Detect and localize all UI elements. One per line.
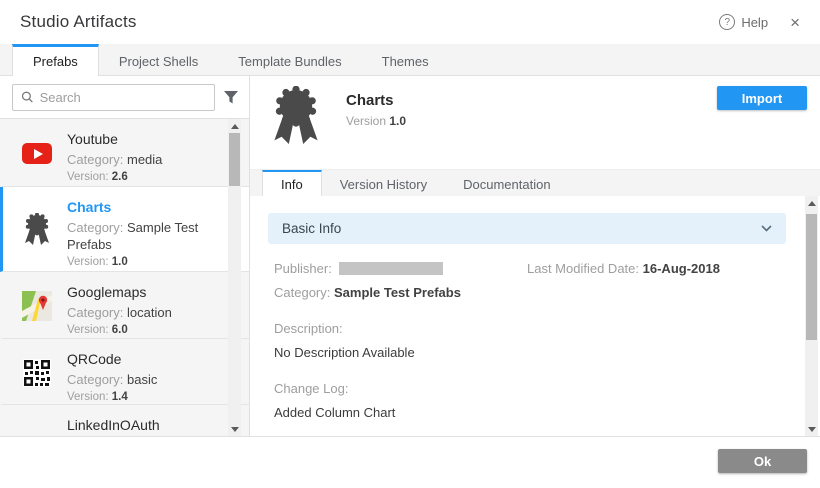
- detail-panel: Charts Version 1.0 Import Info Version H…: [250, 76, 820, 436]
- publisher-label: Publisher:: [274, 261, 332, 276]
- question-circle-icon: ?: [719, 14, 735, 30]
- scroll-up-icon[interactable]: [228, 120, 241, 132]
- publisher-redacted-value: [339, 262, 443, 275]
- detail-header: Charts Version 1.0 Import: [250, 76, 820, 169]
- qrcode-icon: [21, 351, 53, 394]
- item-title: QRCode: [67, 351, 223, 367]
- category-row: Category: Sample Test Prefabs: [274, 285, 786, 300]
- search-icon: [21, 90, 34, 104]
- sidebar-scrollbar[interactable]: [228, 119, 241, 436]
- scroll-down-icon[interactable]: [228, 423, 241, 435]
- version-label: Version: [346, 114, 386, 128]
- basic-info-section-header[interactable]: Basic Info: [268, 213, 786, 244]
- info-content: Basic Info Publisher: Last Modified Date…: [250, 196, 820, 436]
- chevron-down-icon: [761, 225, 772, 232]
- publisher-row: Publisher: Last Modified Date: 16-Aug-20…: [274, 261, 786, 276]
- scroll-up-icon[interactable]: [805, 197, 818, 209]
- filter-icon[interactable]: [223, 90, 239, 105]
- ribbon-icon: [21, 199, 53, 261]
- changelog-value: Added Column Chart: [274, 405, 786, 420]
- import-button[interactable]: Import: [717, 86, 807, 110]
- ribbon-icon-large: [268, 86, 324, 148]
- version-value: 1.0: [389, 114, 406, 128]
- search-row: [0, 76, 249, 118]
- tab-themes[interactable]: Themes: [362, 44, 449, 75]
- item-title: Googlemaps: [67, 284, 223, 300]
- prefab-list: Youtube Category: media Version: 2.6: [0, 118, 249, 436]
- tab-prefabs[interactable]: Prefabs: [12, 44, 99, 76]
- titlebar: Studio Artifacts ? Help ×: [0, 0, 820, 44]
- help-button[interactable]: ? Help: [719, 14, 768, 30]
- description-label: Description:: [274, 321, 786, 336]
- sidebar: Youtube Category: media Version: 2.6: [0, 76, 250, 436]
- scroll-down-icon[interactable]: [805, 423, 818, 435]
- close-icon[interactable]: ×: [790, 14, 800, 31]
- main-tabbar: Prefabs Project Shells Template Bundles …: [0, 44, 820, 76]
- list-item-linkedinoauth[interactable]: in LinkedInOAuth: [0, 405, 249, 436]
- item-title: Charts: [67, 199, 223, 215]
- tab-project-shells[interactable]: Project Shells: [99, 44, 218, 75]
- description-value: No Description Available: [274, 345, 786, 360]
- tab-info[interactable]: Info: [262, 170, 322, 196]
- scrollbar-thumb[interactable]: [806, 214, 817, 340]
- search-input[interactable]: [40, 90, 206, 105]
- ok-button[interactable]: Ok: [718, 449, 807, 473]
- content-scrollbar[interactable]: [805, 196, 818, 436]
- map-icon: [21, 284, 53, 328]
- tab-documentation[interactable]: Documentation: [445, 170, 568, 196]
- list-item-charts[interactable]: Charts Category: Sample Test Prefabs Ver…: [0, 187, 249, 272]
- detail-tabbar: Info Version History Documentation: [250, 169, 820, 196]
- search-box[interactable]: [12, 84, 215, 111]
- dialog-footer: Ok: [0, 437, 820, 488]
- dialog-title: Studio Artifacts: [20, 12, 137, 32]
- list-item-youtube[interactable]: Youtube Category: media Version: 2.6: [0, 119, 249, 187]
- list-item-qrcode[interactable]: QRCode Category: basic Version: 1.4: [0, 339, 249, 405]
- help-label: Help: [741, 15, 768, 30]
- basic-info-title: Basic Info: [282, 221, 761, 236]
- changelog-label: Change Log:: [274, 381, 786, 396]
- item-title: Youtube: [67, 131, 223, 147]
- category-label: Category:: [274, 285, 330, 300]
- tab-template-bundles[interactable]: Template Bundles: [218, 44, 361, 75]
- last-modified-label: Last Modified Date:: [527, 261, 639, 276]
- list-item-googlemaps[interactable]: Googlemaps Category: location Version: 6…: [0, 272, 249, 339]
- category-value: Sample Test Prefabs: [334, 285, 461, 300]
- detail-title: Charts: [346, 92, 406, 109]
- youtube-icon: [21, 131, 53, 176]
- linkedin-icon: in: [21, 417, 53, 436]
- tab-version-history[interactable]: Version History: [322, 170, 445, 196]
- item-title: LinkedInOAuth: [67, 417, 223, 433]
- last-modified-value: 16-Aug-2018: [643, 261, 720, 276]
- studio-artifacts-dialog: Studio Artifacts ? Help × Prefabs Projec…: [0, 0, 820, 488]
- scrollbar-thumb[interactable]: [229, 133, 240, 186]
